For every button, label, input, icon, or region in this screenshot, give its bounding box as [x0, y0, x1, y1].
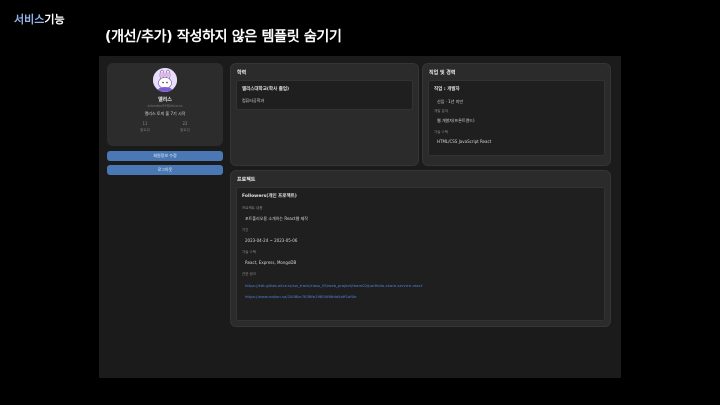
profile-card: 앨리스 elicedev99@elice.io 앨리스 토끼 풀 7기 시작 1…	[107, 63, 223, 146]
dev-field-label: 개발 분야	[434, 109, 448, 113]
slide-section-tag: 서비스기능	[14, 11, 65, 27]
profile-email: elicedev99@elice.io	[147, 104, 183, 108]
logout-button[interactable]: 로그아웃	[107, 165, 223, 175]
project-link-notion[interactable]: https://www.notion.so/2008bc7838fe29800f…	[245, 294, 357, 299]
profile-intro: 앨리스 토끼 풀 7기 시작	[144, 111, 186, 116]
following-count: 22	[182, 121, 188, 126]
project-link-gitlab[interactable]: https://kdt-gitlab.elice.io/sw_track/cla…	[245, 283, 422, 288]
career-entry[interactable]: 직업 : 개발자 신입 · 1년 미만 개발 분야 웹 개발자(프론트엔드) 기…	[428, 80, 605, 156]
career-level: 신입 · 1년 미만	[437, 99, 464, 104]
project-links-label: 관련 링크	[242, 272, 256, 276]
career-title: 직업 및 경력	[429, 70, 456, 76]
slide-section-tag-sub: 기능	[44, 13, 65, 26]
project-period-value: 2023-04-24 ~ 2023-05-06	[245, 238, 298, 243]
rabbit-icon	[153, 68, 177, 92]
follower-stat[interactable]: 11 팔로워	[125, 121, 165, 133]
project-entry[interactable]: Followers(개인 프로젝트) 프로젝트 내용 포트폴리오용 소개하는 R…	[236, 187, 605, 321]
career-stack-label: 기술 스택	[434, 130, 448, 134]
dev-field-value: 웹 개발자(프론트엔드)	[437, 118, 475, 123]
slide-title: (개선/추가) 작성하지 않은 템플릿 숨기기	[105, 29, 342, 45]
project-name: Followers(개인 프로젝트)	[242, 194, 297, 199]
education-entry[interactable]: 앨리스대학교(학사 졸업) 컴퓨터공학과	[236, 80, 413, 110]
slide: 서비스기능 (개선/추가) 작성하지 않은 템플릿 숨기기 앨리스 eliced…	[0, 0, 720, 405]
project-desc-label: 프로젝트 내용	[242, 206, 263, 210]
career-stack-value: HTML/CSS JavaScript React	[437, 139, 492, 144]
project-panel: 프로젝트 Followers(개인 프로젝트) 프로젝트 내용 포트폴리오용 소…	[230, 170, 611, 327]
career-panel: 직업 및 경력 직업 : 개발자 신입 · 1년 미만 개발 분야 웹 개발자(…	[422, 63, 611, 166]
follower-label: 팔로워	[140, 128, 150, 132]
following-label: 팔로잉	[180, 128, 190, 132]
profile-name: 앨리스	[158, 97, 172, 103]
education-title: 학력	[237, 70, 247, 76]
following-stat[interactable]: 22 팔로잉	[165, 121, 205, 133]
project-desc-value: 포트폴리오용 소개하는 React웹 제작	[245, 216, 308, 221]
edit-profile-button[interactable]: 회원정보 수정	[107, 151, 223, 161]
major-name: 컴퓨터공학과	[242, 98, 265, 103]
job-title: 직업 : 개발자	[434, 87, 460, 92]
follower-count: 11	[142, 121, 148, 126]
avatar	[153, 68, 177, 92]
project-period-label: 기간	[242, 228, 249, 232]
project-stack-label: 기술 스택	[242, 250, 256, 254]
school-name: 앨리스대학교(학사 졸업)	[242, 87, 290, 92]
project-title: 프로젝트	[237, 177, 256, 183]
slide-section-tag-main: 서비스	[14, 13, 45, 26]
app-screenshot: 앨리스 elicedev99@elice.io 앨리스 토끼 풀 7기 시작 1…	[99, 56, 621, 378]
education-panel: 학력 앨리스대학교(학사 졸업) 컴퓨터공학과	[230, 63, 419, 166]
project-stack-value: React, Express, MongoDB	[245, 260, 297, 265]
